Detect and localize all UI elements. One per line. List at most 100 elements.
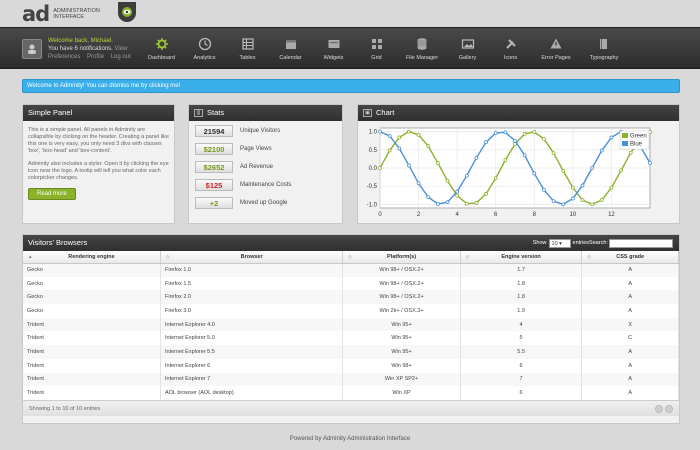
table-cell: Win 95+ (342, 317, 461, 332)
table-row[interactable]: Trident Internet Explorer 7 Win XP SP2+ 7 A (23, 372, 679, 387)
stat-label: Moved up Google (240, 199, 288, 206)
table-cell: Win XP (342, 386, 461, 400)
nav-item-analytics[interactable]: Analytics (183, 28, 226, 70)
nav-item-typography[interactable]: Typography (580, 28, 628, 70)
table-cell: 1.7 (460, 263, 583, 277)
data-point (503, 158, 508, 162)
data-point (484, 140, 488, 145)
column-header-platform-s-[interactable]: ◇ Platform(s) (342, 251, 461, 264)
prev-page-button[interactable] (655, 404, 663, 413)
page-footer: Powered by Adminity Administration Inter… (289, 436, 411, 442)
browsers-panel: Visitors' Browsers Show 10 ▾ entries Sea… (22, 234, 680, 424)
user-box: Welcome back, Michael. You have 6 notifi… (22, 33, 142, 65)
logout-link[interactable]: Log out (111, 54, 131, 60)
nav-item-dashboard[interactable]: Dashboard (140, 28, 183, 70)
table-cell: 4 (460, 317, 583, 332)
table-cell: Gecko (23, 263, 161, 277)
nav-item-tables[interactable]: Tables (226, 28, 269, 70)
stat-value: 21594 (195, 124, 233, 137)
data-point (416, 181, 421, 186)
table-cell: Win 98+ / OSX.2+ (342, 276, 461, 291)
stat-row: $125 Maintenance Costs (189, 176, 342, 193)
sort-icon: ◇ (465, 254, 470, 259)
nav-item-file-manager[interactable]: File Manager (398, 28, 446, 70)
y-tick-label: -1.0 (367, 202, 378, 208)
data-point (455, 193, 460, 198)
search-input[interactable] (609, 238, 673, 248)
table-icon (241, 38, 254, 50)
browsers-panel-header[interactable]: Visitors' Browsers Show 10 ▾ entries Sea… (23, 235, 679, 251)
column-header-css-grade[interactable]: ◇ CSS grade (581, 251, 679, 264)
data-point (426, 144, 431, 149)
x-tick-label: 0 (378, 212, 382, 218)
notifications-text: You have 6 notifications. (48, 46, 113, 52)
view-notifications-link[interactable]: View (115, 46, 128, 52)
table-row[interactable]: Gecko Firefox 1.0 Win 98+ / OSX.2+ 1.7 A (23, 263, 679, 277)
table-cell: Trident (23, 345, 161, 359)
data-point (397, 135, 402, 140)
next-page-button[interactable] (665, 404, 673, 413)
logo[interactable]: ad ADMINISTRATION INTERFACE (22, 4, 100, 25)
column-header-rendering-engine[interactable]: ▲ Rendering engine (23, 251, 161, 264)
simple-panel-header[interactable]: Simple Panel (23, 105, 174, 121)
data-point (580, 183, 585, 188)
table-cell: A (581, 358, 679, 373)
table-cell: A (581, 263, 679, 277)
data-point (493, 176, 498, 181)
profile-link[interactable]: Profile (87, 54, 104, 60)
nav-item-gallery[interactable]: Gallery (446, 28, 489, 70)
table-row[interactable]: Trident Internet Explorer 6 Win 98+ 6 A (23, 358, 679, 373)
table-cell: Win 98+ (342, 358, 461, 373)
browsers-title: Visitors' Browsers (28, 238, 88, 247)
data-point (599, 148, 604, 153)
table-cell: Firefox 3.0 (160, 304, 344, 318)
data-point (551, 151, 556, 155)
nav-item-grid[interactable]: Grid (355, 28, 398, 70)
read-more-button[interactable]: Read more (28, 188, 76, 200)
info-notification[interactable]: Welcome to Adminity! You can dismiss me … (22, 79, 680, 93)
preferences-link[interactable]: Preferences (48, 54, 80, 60)
image-icon: ▣ (363, 109, 372, 117)
simple-panel-text-2: Adminity also includes a styler. Open it… (28, 161, 169, 181)
table-row[interactable]: Gecko Firefox 3.0 Win 2k+ / OSX.3+ 1.9 A (23, 304, 679, 318)
column-header-engine-version[interactable]: ◇ Engine version (460, 251, 583, 264)
data-point (551, 199, 556, 203)
table-cell: Internet Explorer 5.0 (160, 331, 344, 346)
nav-item-calendar[interactable]: Calendar (269, 28, 312, 70)
stat-row: $2100 Page Views (189, 140, 342, 157)
table-row[interactable]: Trident AOL browser (AOL desktop) Win XP 6 A (23, 386, 679, 400)
table-cell: Trident (23, 331, 161, 346)
table-row[interactable]: Trident Internet Explorer 5.0 Win 95+ 5 C (23, 331, 679, 346)
column-header-browser[interactable]: ◇ Browser (160, 251, 344, 264)
styler-eye-button[interactable] (118, 2, 136, 22)
entries-select[interactable]: 10 ▾ (548, 238, 571, 248)
data-point (513, 138, 517, 143)
y-tick-label: 0.5 (369, 148, 378, 154)
nav-item-icons[interactable]: Icons (489, 28, 532, 70)
nav-item-label: Error Pages (541, 55, 571, 61)
stat-list: 21594 Unique Visitors $2100 Page Views $2652… (189, 122, 342, 211)
data-point (503, 130, 508, 135)
table-cell: Win 95+ (342, 345, 461, 359)
chart-panel-header[interactable]: ▣ Chart (358, 105, 679, 121)
avatar[interactable] (22, 39, 42, 59)
table-row[interactable]: Trident Internet Explorer 5.5 Win 95+ 5.5 A (23, 345, 679, 359)
table-cell: AOL browser (AOL desktop) (160, 386, 344, 400)
nav-item-widgets[interactable]: Widgets (312, 28, 355, 70)
bars-icon: ||| (194, 109, 203, 117)
browsers-table: ▲ Rendering engine ◇ Browser ◇ Platform(s) ◇ En… (23, 251, 679, 400)
stat-row: $2652 Ad Revenue (189, 158, 342, 175)
nav-item-error-pages[interactable]: Error Pages (532, 28, 580, 70)
table-row[interactable]: Trident Internet Explorer 4.0 Win 95+ 4 X (23, 317, 679, 332)
table-row[interactable]: Gecko Firefox 2.0 Win 98+ / OSX.2+ 1.8 A (23, 290, 679, 305)
data-point (532, 171, 537, 176)
simple-panel: Simple Panel This is a simple panel. All… (22, 104, 175, 224)
data-point (522, 153, 527, 158)
data-point (484, 191, 488, 196)
stats-panel-header[interactable]: ||| Stats (189, 105, 342, 121)
data-point (435, 202, 440, 206)
table-row[interactable]: Gecko Firefox 1.5 Win 98+ / OSX.2+ 1.8 A (23, 276, 679, 291)
clock-icon (198, 37, 211, 51)
data-point (493, 131, 498, 135)
table-cell: A (581, 345, 679, 359)
